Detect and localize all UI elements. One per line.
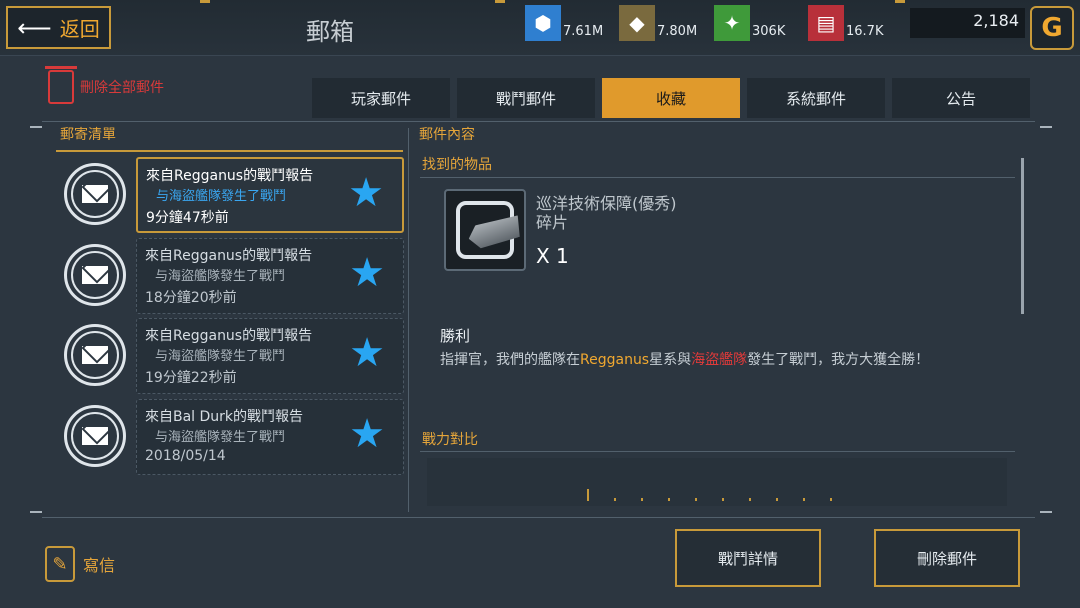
mail-card[interactable]: 來自Bal Durk的戰鬥報告 与海盜艦隊發生了戰鬥 2018/05/14 ★ — [136, 399, 404, 475]
mail-sender: 來自Regganus的戰鬥報告 — [145, 328, 313, 344]
crystal-icon: ✦ — [714, 5, 750, 41]
write-mail-label: 寫信 — [83, 556, 116, 575]
resource-crystal-value: 306K — [752, 24, 786, 39]
back-button[interactable]: ⟵ 返回 — [6, 6, 111, 49]
result-text-mid: 星系與 — [649, 352, 692, 368]
list-item[interactable]: 來自Regganus的戰鬥報告 与海盜艦隊發生了戰鬥 19分鐘22秒前 ★ — [60, 318, 404, 394]
list-item[interactable]: 來自Bal Durk的戰鬥報告 与海盜艦隊發生了戰鬥 2018/05/14 ★ — [60, 399, 404, 475]
result-title: 勝利 — [440, 327, 471, 345]
write-mail-button[interactable]: ✎ 寫信 — [45, 546, 115, 582]
result-text-suffix: 發生了戰鬥，我方大獲全勝！ — [747, 352, 930, 368]
mail-time: 19分鐘22秒前 — [145, 370, 237, 386]
divider — [56, 150, 403, 152]
mail-subject: 与海盜艦隊發生了戰鬥 — [155, 349, 286, 364]
resource-gold: ▤ 16.7K — [808, 3, 883, 41]
pencil-icon: ✎ — [45, 546, 75, 582]
result-enemy: 海盜艦隊 — [691, 352, 748, 368]
mail-content-title: 郵件內容 — [419, 127, 475, 143]
list-item[interactable]: 來自Regganus的戰鬥報告 与海盜艦隊發生了戰鬥 18分鐘20秒前 ★ — [60, 238, 404, 314]
mail-tabs: 玩家郵件 戰鬥郵件 收藏 系統郵件 公告 — [312, 78, 1030, 118]
ore-icon: ◆ — [619, 5, 655, 41]
mail-sender: 來自Regganus的戰鬥報告 — [146, 168, 314, 184]
delete-mail-button[interactable]: 刪除郵件 — [874, 529, 1020, 587]
mail-time: 18分鐘20秒前 — [145, 290, 237, 306]
top-bar: ⟵ 返回 郵箱 ⬢ 7.61M ◆ 7.80M ✦ 306K ▤ 16.7K 2… — [0, 0, 1080, 56]
back-button-label: 返回 — [59, 17, 100, 41]
item-slot[interactable] — [444, 189, 526, 271]
item-name-line2: 碎片 — [536, 213, 569, 232]
star-icon[interactable]: ★ — [348, 173, 384, 213]
result-location: Regganus — [580, 352, 650, 368]
mail-card[interactable]: 來自Regganus的戰鬥報告 与海盜艦隊發生了戰鬥 18分鐘20秒前 ★ — [136, 238, 404, 314]
metal-icon: ⬢ — [525, 5, 561, 41]
credits-display: 2,184 — [910, 8, 1025, 38]
mail-card[interactable]: 來自Regganus的戰鬥報告 与海盜艦隊發生了戰鬥 9分鐘47秒前 ★ — [136, 157, 404, 233]
divider — [42, 121, 1035, 122]
tab-favorites[interactable]: 收藏 — [602, 78, 740, 118]
resource-metal-value: 7.61M — [563, 24, 604, 39]
tab-battle-mail[interactable]: 戰鬥郵件 — [457, 78, 595, 118]
item-quantity: X 1 — [536, 244, 569, 268]
mail-envelope-icon — [64, 244, 126, 306]
trash-icon — [45, 66, 77, 104]
tab-system-mail[interactable]: 系統郵件 — [747, 78, 885, 118]
mail-card[interactable]: 來自Regganus的戰鬥報告 与海盜艦隊發生了戰鬥 19分鐘22秒前 ★ — [136, 318, 404, 394]
result-text: 指揮官，我們的艦隊在Regganus星系與海盜艦隊發生了戰鬥，我方大獲全勝！ — [440, 349, 929, 369]
ship-part-icon — [456, 201, 514, 259]
star-icon[interactable]: ★ — [349, 414, 385, 454]
tab-player-mail[interactable]: 玩家郵件 — [312, 78, 450, 118]
delete-all-button[interactable]: 刪除全部郵件 — [45, 66, 164, 104]
mail-envelope-icon — [64, 324, 126, 386]
mail-subject: 与海盜艦隊發生了戰鬥 — [155, 269, 286, 284]
divider — [408, 128, 409, 512]
mail-envelope-icon — [64, 163, 126, 225]
battle-details-button[interactable]: 戰鬥詳情 — [675, 529, 821, 587]
resource-crystal: ✦ 306K — [714, 3, 785, 41]
resource-ore: ◆ 7.80M — [619, 3, 697, 41]
divider — [420, 177, 1015, 178]
credits-icon[interactable]: G — [1030, 6, 1074, 50]
gold-bars-icon: ▤ — [808, 5, 844, 41]
resource-ore-value: 7.80M — [657, 24, 698, 39]
mail-list-title: 郵寄清單 — [60, 127, 116, 143]
list-item[interactable]: 來自Regganus的戰鬥報告 与海盜艦隊發生了戰鬥 9分鐘47秒前 ★ — [60, 157, 404, 233]
mail-sender: 來自Regganus的戰鬥報告 — [145, 248, 313, 264]
star-icon[interactable]: ★ — [349, 253, 385, 293]
mail-time: 9分鐘47秒前 — [146, 210, 229, 226]
item-name-line1: 巡洋技術保障(優秀) — [536, 194, 677, 213]
mail-envelope-icon — [64, 405, 126, 467]
page-title: 郵箱 — [306, 18, 354, 46]
item-name: 巡洋技術保障(優秀) 碎片 — [536, 194, 677, 232]
resource-gold-value: 16.7K — [846, 24, 884, 39]
power-compare-chart — [427, 458, 1007, 506]
content-scrollbar[interactable] — [1021, 158, 1024, 314]
back-arrow-icon: ⟵ — [17, 13, 52, 42]
delete-all-label: 刪除全部郵件 — [80, 80, 164, 96]
star-icon[interactable]: ★ — [349, 333, 385, 373]
mail-time: 2018/05/14 — [145, 448, 226, 464]
found-items-label: 找到的物品 — [422, 157, 492, 173]
resource-metal: ⬢ 7.61M — [525, 3, 603, 41]
mail-subject: 与海盜艦隊發生了戰鬥 — [155, 430, 286, 445]
tab-announcements[interactable]: 公告 — [892, 78, 1030, 118]
mail-sender: 來自Bal Durk的戰鬥報告 — [145, 409, 304, 425]
mail-subject: 与海盜艦隊發生了戰鬥 — [156, 189, 287, 204]
divider — [42, 517, 1035, 518]
power-compare-label: 戰力對比 — [422, 432, 478, 448]
divider — [420, 451, 1015, 452]
result-text-prefix: 指揮官，我們的艦隊在 — [440, 352, 580, 368]
